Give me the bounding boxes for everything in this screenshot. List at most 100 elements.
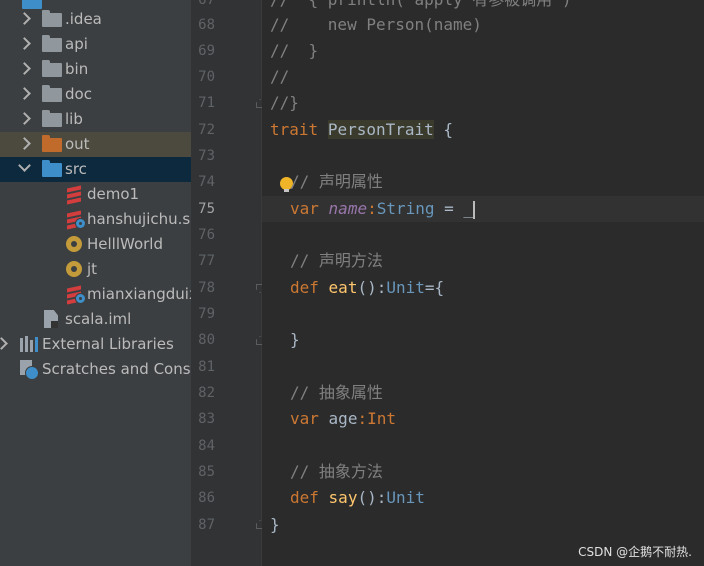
tree-item-label: hanshujichu.sc <box>87 210 191 228</box>
line-number: 86 <box>198 490 215 506</box>
scala-object-icon <box>66 261 82 277</box>
line-number: 79 <box>198 306 215 322</box>
tree-item-idea[interactable]: .idea <box>0 7 191 32</box>
keyword: def <box>290 278 319 297</box>
chevron-right-icon[interactable] <box>18 112 31 125</box>
line-number: 82 <box>198 385 215 401</box>
chevron-right-icon[interactable] <box>18 37 31 50</box>
code-line: // 抽象方法 <box>290 462 383 481</box>
folder-icon <box>42 35 62 52</box>
code-line: //} <box>270 93 299 112</box>
tree-item-label: Scratches and Conso <box>42 360 191 378</box>
tree-item-label: demo1 <box>87 185 140 203</box>
tree-item-src[interactable]: src <box>0 157 191 182</box>
tree-item-bin[interactable]: bin <box>0 57 191 82</box>
code-line: // <box>270 67 290 86</box>
code-text: = _ <box>434 199 474 218</box>
type-name: String <box>376 199 435 218</box>
libraries-icon <box>20 336 38 352</box>
scratches-icon <box>20 360 39 380</box>
line-number: 85 <box>198 464 215 480</box>
type-name: Unit <box>386 488 425 507</box>
line-number: 76 <box>198 227 215 243</box>
folder-icon <box>42 10 62 27</box>
code-editor[interactable]: // { println("apply 有参被调用") // new Perso… <box>262 0 704 566</box>
method-name: eat <box>328 278 358 297</box>
code-line: // 抽象属性 <box>290 383 383 402</box>
colon: : <box>357 409 368 428</box>
tree-item-demo1[interactable]: demo1 <box>0 182 191 207</box>
code-line: } <box>270 515 280 534</box>
code-line: var age:Int <box>290 406 396 432</box>
colon: : <box>367 199 377 218</box>
code-line: // } <box>270 41 319 60</box>
folder-icon <box>42 85 62 102</box>
chevron-right-icon[interactable] <box>0 337 8 350</box>
tree-item-label: jt <box>87 260 98 278</box>
code-text: (): <box>357 278 387 297</box>
keyword: var <box>290 199 319 218</box>
line-number: 74 <box>198 174 215 190</box>
code-line: def eat():Unit={ <box>290 275 444 301</box>
keyword: trait <box>270 120 319 139</box>
line-number: 73 <box>198 148 215 164</box>
tree-item-jt[interactable]: jt <box>0 257 191 282</box>
chevron-right-icon[interactable] <box>18 87 31 100</box>
tree-item-hanshujichu[interactable]: hanshujichu.sc <box>0 207 191 232</box>
keyword: def <box>290 488 319 507</box>
tree-item-api[interactable]: api <box>0 32 191 57</box>
chevron-down-icon[interactable] <box>18 159 31 172</box>
code-line: // new Person(name) <box>270 15 482 34</box>
tree-item-external-libraries[interactable]: External Libraries <box>0 332 191 357</box>
line-number: 68 <box>198 17 215 33</box>
field-name: name <box>328 199 368 218</box>
folder-blue-icon <box>42 160 62 177</box>
line-number: 72 <box>198 122 215 138</box>
line-number: 81 <box>198 359 215 375</box>
tree-item-label: scala.iml <box>65 310 132 328</box>
line-number: 70 <box>198 69 215 85</box>
text-caret <box>473 200 476 219</box>
code-line: def say():Unit <box>290 485 425 511</box>
tree-item-helllworld[interactable]: HelllWorld <box>0 232 191 257</box>
scala-file-icon <box>66 185 82 205</box>
chevron-right-icon[interactable] <box>18 62 31 75</box>
code-line: // 声明方法 <box>290 251 383 270</box>
tree-item-label: mianxiangduix <box>87 285 191 303</box>
code-line: // 声明属性 <box>290 172 383 191</box>
folder-icon <box>42 110 62 127</box>
file-icon <box>44 310 58 328</box>
line-number: 77 <box>198 253 215 269</box>
tree-item-label: out <box>65 135 90 153</box>
method-name: say <box>328 488 358 507</box>
line-number: 84 <box>198 438 215 454</box>
line-number: 87 <box>198 517 215 533</box>
line-number: 80 <box>198 332 215 348</box>
tree-item-lib[interactable]: lib <box>0 107 191 132</box>
tree-item-scratches[interactable]: Scratches and Conso <box>0 357 191 382</box>
folder-orange-icon <box>42 135 62 152</box>
type-name: Int <box>367 409 396 428</box>
code-text: ={ <box>424 278 445 297</box>
trait-name: PersonTrait <box>327 120 434 139</box>
type-name: Unit <box>386 278 425 297</box>
chevron-right-icon[interactable] <box>18 137 31 150</box>
project-tree: .idea api bin doc lib out src demo1 hans… <box>0 0 191 566</box>
tree-item-scala-iml[interactable]: scala.iml <box>0 307 191 332</box>
scala-file-icon <box>66 210 86 230</box>
tree-item-label: HelllWorld <box>87 235 163 253</box>
brace: { <box>443 120 454 139</box>
keyword: var <box>290 409 319 428</box>
scala-file-icon <box>66 285 86 305</box>
field-name: age <box>328 409 358 428</box>
line-number: 83 <box>198 411 215 427</box>
tree-item-mianxiangduix[interactable]: mianxiangduix <box>0 282 191 307</box>
line-number: 71 <box>198 95 215 111</box>
chevron-right-icon[interactable] <box>18 12 31 25</box>
tree-item-doc[interactable]: doc <box>0 82 191 107</box>
scala-object-icon <box>66 236 82 252</box>
tree-item-out[interactable]: out <box>0 132 191 157</box>
line-number-gutter[interactable]: 67 68 69 70 71 72 73 74 75 76 77 78 79 8… <box>191 0 264 566</box>
line-number-current: 75 <box>198 201 215 217</box>
line-number: 69 <box>198 43 215 59</box>
